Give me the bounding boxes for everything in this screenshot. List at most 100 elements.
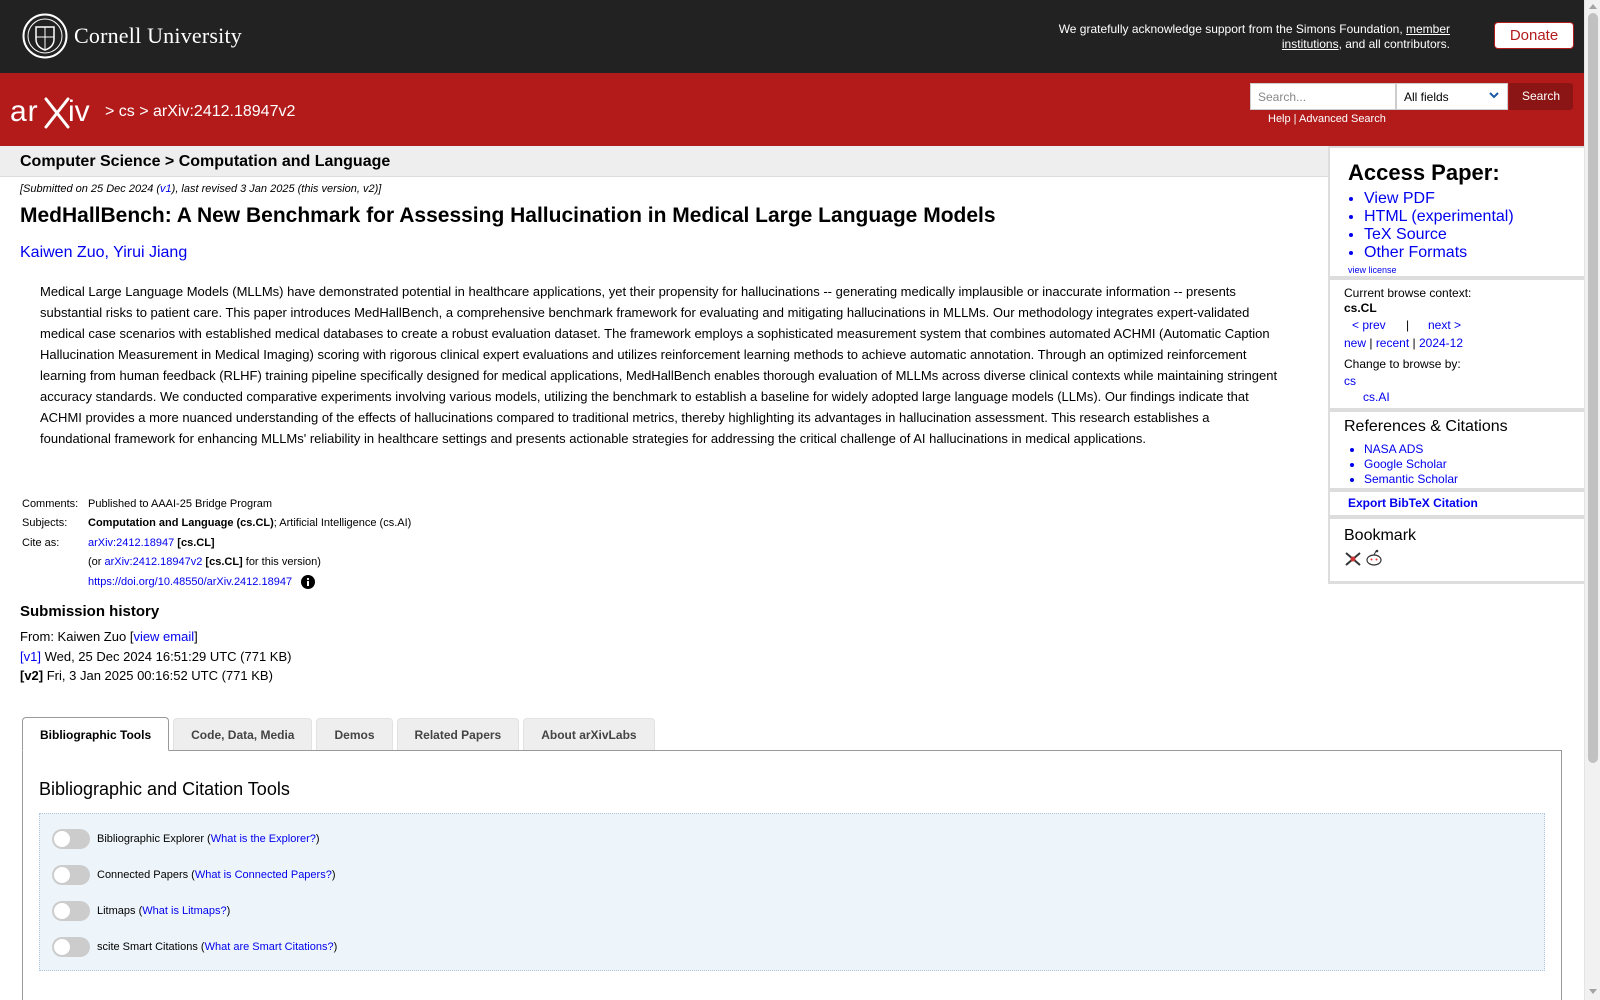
tool-info-link[interactable]: What is Litmaps? — [142, 905, 226, 917]
cite-version-row: (or arXiv:2412.18947v2 [cs.CL] for this … — [20, 553, 411, 573]
tool-connected-papers: Connected Papers (What is Connected Pape… — [52, 865, 336, 885]
dateline-text: ), last revised 3 Jan 2025 (this version… — [171, 183, 382, 195]
toggle-knob — [54, 867, 70, 883]
google-scholar-link[interactable]: Google Scholar — [1364, 457, 1458, 472]
category-bar: Computer Science > Computation and Langu… — [0, 146, 1328, 177]
browse-context-box: Current browse context: cs.CL < prev | n… — [1330, 280, 1584, 408]
donate-button[interactable]: Donate — [1494, 22, 1574, 49]
references-box: References & Citations NASA ADS Google S… — [1330, 412, 1584, 488]
comments-value: Published to AAAI-25 Bridge Program — [88, 497, 273, 510]
cornell-name: Cornell University — [74, 23, 242, 48]
new-link[interactable]: new — [1344, 336, 1366, 350]
author-link[interactable]: Kaiwen Zuo — [20, 244, 105, 261]
search-input[interactable]: Search... — [1250, 83, 1396, 110]
bookmark-title: Bookmark — [1344, 527, 1417, 544]
tab-panel: Bibliographic and Citation Tools Bibliog… — [22, 750, 1562, 1000]
tex-source-link[interactable]: TeX Source — [1364, 226, 1514, 244]
recent-link[interactable]: recent — [1376, 336, 1409, 350]
references-title: References & Citations — [1344, 418, 1508, 435]
scroll-up-icon[interactable] — [1589, 4, 1597, 9]
primary-subject: Computation and Language (cs.CL) — [88, 517, 274, 530]
semantic-scholar-link[interactable]: Semantic Scholar — [1364, 472, 1458, 487]
cite-version-category: [cs.CL] — [202, 556, 243, 569]
tab-demos[interactable]: Demos — [316, 718, 393, 750]
author-link[interactable]: Yirui Jiang — [113, 244, 187, 261]
v2-label: [v2] — [20, 668, 44, 683]
scroll-down-icon[interactable] — [1589, 989, 1597, 994]
bibliographic-explorer-toggle[interactable] — [52, 829, 90, 849]
author-sep: , — [104, 244, 114, 261]
dateline-v1-link[interactable]: v1 — [160, 183, 172, 195]
tool-name: Connected Papers — [97, 869, 189, 881]
search-field-select[interactable]: All fields — [1396, 83, 1508, 110]
abstract: Medical Large Language Models (MLLMs) ha… — [40, 284, 1278, 446]
bibsonomy-icon[interactable] — [1344, 551, 1362, 567]
category-heading: Computer Science > Computation and Langu… — [20, 153, 391, 170]
support-suffix: , and all contributors. — [1338, 36, 1450, 51]
help-link[interactable]: Help — [1268, 113, 1291, 125]
submission-history: From: Kaiwen Zuo [view email] [v1] Wed, … — [20, 627, 291, 686]
cite-id-link[interactable]: arXiv:2412.18947 — [88, 537, 174, 549]
view-pdf-link[interactable]: View PDF — [1364, 190, 1514, 208]
cornell-logo[interactable]: Cornell University — [22, 13, 242, 59]
tab-about-arxivlabs[interactable]: About arXivLabs — [523, 718, 655, 750]
labs-tabs: Bibliographic Tools Code, Data, Media De… — [22, 717, 659, 751]
view-email-link[interactable]: view email — [133, 629, 194, 644]
cite-label: Cite as: — [22, 536, 60, 549]
v1-link[interactable]: [v1] — [20, 649, 41, 664]
secondary-subjects: ; Artificial Intelligence (cs.AI) — [273, 517, 412, 530]
export-bibtex-link[interactable]: Export BibTeX Citation — [1348, 496, 1478, 510]
litmaps-toggle[interactable] — [52, 901, 90, 921]
tool-info-link[interactable]: What is the Explorer? — [211, 833, 316, 845]
month-link[interactable]: 2024-12 — [1419, 336, 1463, 350]
tool-info-link[interactable]: What is Connected Papers? — [195, 869, 332, 881]
tab-code-data-media[interactable]: Code, Data, Media — [173, 718, 313, 750]
search-button[interactable]: Search — [1509, 83, 1573, 110]
view-license-link[interactable]: view license — [1348, 265, 1397, 275]
info-icon[interactable] — [301, 574, 316, 589]
breadcrumb-sep: > — [105, 103, 119, 120]
chevron-down-icon — [1489, 92, 1499, 99]
export-bibtex-box: Export BibTeX Citation — [1330, 492, 1584, 515]
cite-version-link[interactable]: arXiv:2412.18947v2 — [105, 556, 203, 568]
metadata-table: Comments: Published to AAAI-25 Bridge Pr… — [20, 494, 411, 592]
next-link[interactable]: next > — [1428, 318, 1461, 332]
scroll-thumb[interactable] — [1588, 13, 1598, 763]
html-link[interactable]: HTML (experimental) — [1364, 208, 1514, 226]
comments-row: Comments: Published to AAAI-25 Bridge Pr… — [20, 494, 411, 514]
toggle-knob — [54, 903, 70, 919]
tool-scite: scite Smart Citations (What are Smart Ci… — [52, 937, 337, 957]
from-line: From: Kaiwen Zuo [view email] — [20, 627, 291, 647]
tool-info-link[interactable]: What are Smart Citations? — [205, 941, 334, 953]
v2-date: Fri, 3 Jan 2025 00:16:52 UTC (771 KB) — [43, 668, 273, 683]
toggle-knob — [54, 831, 70, 847]
v1-date: Wed, 25 Dec 2024 16:51:29 UTC (771 KB) — [40, 648, 292, 664]
authors: Kaiwen Zuo, Yirui Jiang — [20, 244, 187, 262]
change-browse-label: Change to browse by: — [1344, 357, 1461, 371]
bookmark-box: Bookmark — [1330, 519, 1584, 581]
connected-papers-toggle[interactable] — [52, 865, 90, 885]
browse-csai-link[interactable]: cs.AI — [1363, 390, 1390, 404]
reddit-icon[interactable] — [1364, 549, 1384, 567]
arxiv-logo[interactable]: ar iv — [10, 91, 102, 131]
pipe: | — [1409, 336, 1419, 350]
breadcrumb: > cs > arXiv:2412.18947v2 — [105, 103, 295, 121]
advanced-search-link[interactable]: Advanced Search — [1299, 113, 1386, 125]
tool-name: Bibliographic Explorer — [97, 833, 204, 845]
other-formats-link[interactable]: Other Formats — [1364, 244, 1514, 262]
prev-link[interactable]: < prev — [1352, 318, 1386, 332]
nasa-ads-link[interactable]: NASA ADS — [1364, 442, 1458, 457]
tab-related-papers[interactable]: Related Papers — [396, 718, 520, 750]
doi-row: https://doi.org/10.48550/arXiv.2412.1894… — [20, 572, 411, 592]
tab-bibliographic-tools[interactable]: Bibliographic Tools — [22, 717, 170, 751]
subjects-label: Subjects: — [22, 517, 68, 530]
svg-text:iv: iv — [68, 95, 90, 128]
search-field-value: All fields — [1404, 90, 1449, 104]
page-scrollbar[interactable] — [1584, 0, 1600, 1000]
doi-value: https://doi.org/10.48550/arXiv.2412.1894… — [88, 574, 316, 589]
scite-toggle[interactable] — [52, 937, 90, 957]
doi-link[interactable]: https://doi.org/10.48550/arXiv.2412.1894… — [88, 576, 292, 588]
breadcrumb-cs[interactable]: cs — [119, 103, 135, 120]
tools-heading: Bibliographic and Citation Tools — [39, 779, 290, 799]
browse-cs-link[interactable]: cs — [1344, 374, 1356, 388]
